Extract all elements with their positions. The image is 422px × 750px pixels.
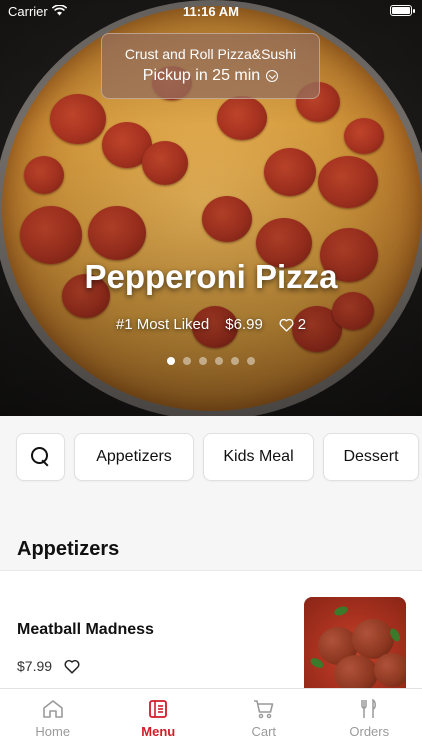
featured-rank: #1 Most Liked [115, 316, 210, 333]
category-chip-dessert[interactable]: Dessert [323, 433, 419, 481]
featured-hero[interactable]: Carrier 11:16 AM Crust and Roll Pizza&Su… [0, 0, 422, 416]
status-time: 11:16 AM [183, 4, 239, 19]
cart-icon [253, 699, 275, 719]
featured-price: $6.99 [225, 316, 263, 333]
heart-icon[interactable] [279, 318, 294, 332]
store-name: Crust and Roll Pizza&Sushi [124, 46, 297, 62]
menu-icon [148, 699, 168, 719]
pickup-selector[interactable]: Crust and Roll Pizza&Sushi Pickup in 25 … [101, 33, 320, 99]
heart-icon[interactable] [64, 659, 80, 674]
tab-label: Menu [141, 724, 176, 739]
menu-item-name: Meatball Madness [17, 621, 154, 638]
tab-menu[interactable]: Menu [106, 689, 212, 750]
featured-likes-count: 2 [297, 316, 307, 333]
carousel-dot[interactable] [167, 357, 175, 365]
fork-knife-icon [359, 699, 379, 719]
category-chip-appetizers[interactable]: Appetizers [74, 433, 194, 481]
carousel-dot[interactable] [199, 357, 207, 365]
search-icon [30, 447, 51, 467]
tab-label: Cart [251, 724, 277, 739]
search-button[interactable] [16, 433, 65, 481]
carousel-dot[interactable] [215, 357, 223, 365]
status-bar: Carrier 11:16 AM [0, 0, 422, 22]
chevron-down-circle-icon [266, 70, 279, 82]
home-icon [42, 699, 64, 719]
carousel-dot[interactable] [183, 357, 191, 365]
battery-icon [390, 5, 415, 16]
featured-likes[interactable]: 2 [279, 316, 306, 333]
featured-item-meta: #1 Most Liked $6.99 2 [0, 316, 422, 333]
carousel-dot[interactable] [231, 357, 239, 365]
menu-item-card[interactable]: Meatball Madness $7.99 [0, 570, 422, 691]
tab-home[interactable]: Home [0, 689, 106, 750]
tab-label: Home [35, 724, 71, 739]
featured-item-title: Pepperoni Pizza [84, 258, 338, 295]
tab-label: Orders [349, 724, 390, 739]
carousel-indicator[interactable] [0, 357, 422, 365]
section-title: Appetizers [17, 538, 120, 560]
menu-item-price: $7.99 [17, 658, 53, 674]
menu-item-price-row: $7.99 [17, 658, 80, 674]
pickup-time: Pickup in 25 min [142, 67, 261, 84]
tab-bar: Home Menu Cart Orders [0, 688, 422, 750]
carousel-dot[interactable] [247, 357, 255, 365]
tab-cart[interactable]: Cart [211, 689, 317, 750]
category-bar: Appetizers Kids Meal Dessert [0, 416, 422, 504]
category-chip-kids-meal[interactable]: Kids Meal [203, 433, 314, 481]
menu-item-photo [304, 597, 406, 691]
tab-orders[interactable]: Orders [317, 689, 422, 750]
